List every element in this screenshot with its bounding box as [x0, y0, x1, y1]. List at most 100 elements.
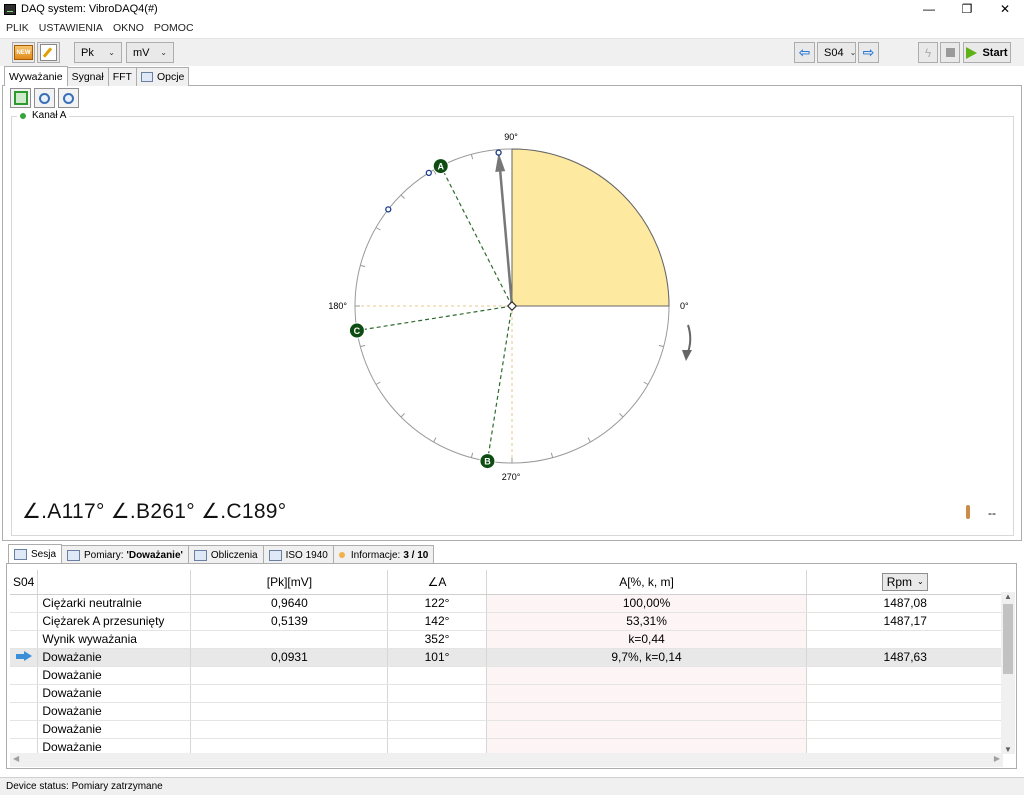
- tolerance-sector: [511, 148, 670, 307]
- restore-button[interactable]: ❐: [948, 0, 986, 18]
- vector-arrowhead: [495, 152, 506, 172]
- menu-pomoc[interactable]: POMOC: [149, 22, 199, 34]
- current-row-arrow-icon: [15, 651, 32, 661]
- zoom-toolbar: [10, 88, 79, 108]
- tab-label-bold: 'Doważanie': [126, 549, 183, 561]
- table-row[interactable]: Doważanie: [10, 702, 1003, 721]
- session-icon: [14, 549, 27, 560]
- previous-session-button[interactable]: ⇦: [794, 42, 815, 63]
- table-row[interactable]: Ciężarki neutralnie 0,9640 122° 100,00% 1487…: [10, 594, 1003, 613]
- tab-opcje[interactable]: Opcje: [135, 67, 190, 86]
- marker-line-c: [356, 305, 513, 332]
- scroll-right-icon[interactable]: ▶: [994, 754, 1000, 763]
- cell-rpm: 1487,08: [806, 594, 1003, 613]
- new-session-button[interactable]: NEW: [12, 42, 35, 63]
- table-row[interactable]: Doważanie 0,0931 101° 9,7%, k=0,14 1487,63: [10, 648, 1003, 667]
- polar-tick: [550, 452, 554, 458]
- measurement-point: [425, 169, 432, 177]
- tab-fft[interactable]: FFT: [107, 67, 137, 86]
- menu-plik[interactable]: PLIK: [0, 22, 34, 34]
- cell-pk: 0,9640: [190, 594, 389, 613]
- channel-name: Kanał A: [32, 110, 67, 121]
- rpm-unit-value: Rpm: [886, 574, 913, 589]
- cell-a: k=0,44: [486, 630, 808, 649]
- table-row[interactable]: Doważanie: [10, 684, 1003, 703]
- tab-informacje[interactable]: Informacje: 3 / 10: [332, 545, 435, 564]
- chevron-down-icon: ⌄: [108, 48, 115, 57]
- cell-name: Ciężarki neutralnie: [37, 594, 192, 613]
- rotation-arrowhead: [682, 350, 692, 361]
- vertical-scrollbar[interactable]: ▲ ▼: [1001, 592, 1015, 754]
- pk-combo-value: Pk: [81, 46, 94, 59]
- row-marker: [10, 684, 39, 703]
- trigger-button[interactable]: ϟ: [918, 42, 938, 63]
- fit-icon: [13, 91, 28, 105]
- table-row[interactable]: Ciężarek A przesunięty 0,5139 142° 53,31% 14…: [10, 612, 1003, 631]
- table-row[interactable]: Wynik wyważania 352° k=0,44: [10, 630, 1003, 649]
- status-bar: Device status: Pomiary zatrzymane: [0, 777, 1024, 795]
- horizontal-scrollbar[interactable]: ◀ ▶: [10, 753, 1003, 767]
- close-button[interactable]: ✕: [986, 0, 1024, 18]
- polar-tick: [587, 437, 591, 443]
- rpm-unit-combo[interactable]: Rpm ⌄: [882, 572, 929, 591]
- table-row[interactable]: Doważanie: [10, 666, 1003, 685]
- table-row[interactable]: Doważanie: [10, 720, 1003, 739]
- marker-lines: [356, 165, 513, 462]
- scroll-down-icon[interactable]: ▼: [1004, 745, 1012, 754]
- weight-markers: A B C: [348, 158, 496, 470]
- minimize-button[interactable]: —: [910, 0, 948, 18]
- cell-angle: 142°: [387, 612, 487, 631]
- angles-summary: ∠.A117° ∠.B261° ∠.C189°: [22, 500, 287, 523]
- stop-button[interactable]: [940, 42, 960, 63]
- session-combo[interactable]: S04 ⌄: [817, 42, 856, 63]
- cell-angle: 122°: [387, 594, 487, 613]
- scroll-left-icon[interactable]: ◀: [13, 754, 19, 763]
- cell-rpm: [806, 684, 1003, 703]
- main-tabs: Wyważanie Sygnał FFT Opcje: [4, 66, 190, 86]
- cell-rpm: 1487,63: [806, 648, 1003, 667]
- cell-pk: [190, 720, 389, 739]
- polar-tick: [643, 381, 649, 385]
- scroll-thumb[interactable]: [1003, 604, 1013, 674]
- calculations-icon: [193, 549, 207, 561]
- mv-combo-value: mV: [133, 46, 150, 59]
- tab-pomiary[interactable]: Pomiary: 'Doważanie': [61, 545, 189, 564]
- cell-pk: 0,0931: [190, 648, 389, 667]
- play-icon: [966, 46, 978, 59]
- start-button[interactable]: Start: [963, 42, 1011, 63]
- session-combo-value: S04: [824, 46, 844, 59]
- pk-combo[interactable]: Pk ⌄: [74, 42, 122, 63]
- zoom-out-button[interactable]: [58, 88, 79, 108]
- polar-tick: [433, 437, 437, 443]
- polar-tick: [619, 413, 624, 418]
- fit-view-button[interactable]: [10, 88, 31, 108]
- tab-sesja[interactable]: Sesja: [8, 544, 63, 564]
- app-icon: [4, 3, 16, 15]
- chevron-down-icon: ⌄: [849, 48, 857, 57]
- polar-tick: [658, 344, 664, 348]
- window-controls: — ❐ ✕: [910, 0, 1024, 18]
- tab-obliczenia[interactable]: Obliczenia: [187, 545, 264, 564]
- chevron-down-icon: ⌄: [160, 48, 167, 57]
- next-session-button[interactable]: ⇨: [858, 42, 879, 63]
- cell-name: Doważanie: [37, 648, 192, 667]
- scroll-up-icon[interactable]: ▲: [1004, 592, 1012, 601]
- tab-iso1940[interactable]: ISO 1940: [262, 545, 334, 564]
- header-a: A[%, k, m]: [486, 570, 808, 595]
- menu-okno[interactable]: OKNO: [108, 22, 149, 34]
- tab-sygnal[interactable]: Sygnał: [66, 67, 109, 86]
- edit-button[interactable]: [37, 42, 60, 63]
- polar-tick: [375, 381, 381, 385]
- cell-a: [486, 702, 808, 721]
- mv-combo[interactable]: mV ⌄: [126, 42, 174, 63]
- row-marker: [10, 720, 39, 739]
- stop-icon: [945, 48, 955, 57]
- row-marker: [10, 630, 39, 649]
- menu-ustawienia[interactable]: USTAWIENIA: [34, 22, 108, 34]
- zoom-in-button[interactable]: [34, 88, 55, 108]
- start-label: Start: [982, 46, 1008, 59]
- tab-wywazanie[interactable]: Wyważanie: [4, 66, 68, 86]
- menu-bar: PLIK USTAWIENIA OKNO POMOC: [0, 18, 1024, 37]
- cell-pk: [190, 702, 389, 721]
- info-dot-icon: [338, 552, 345, 558]
